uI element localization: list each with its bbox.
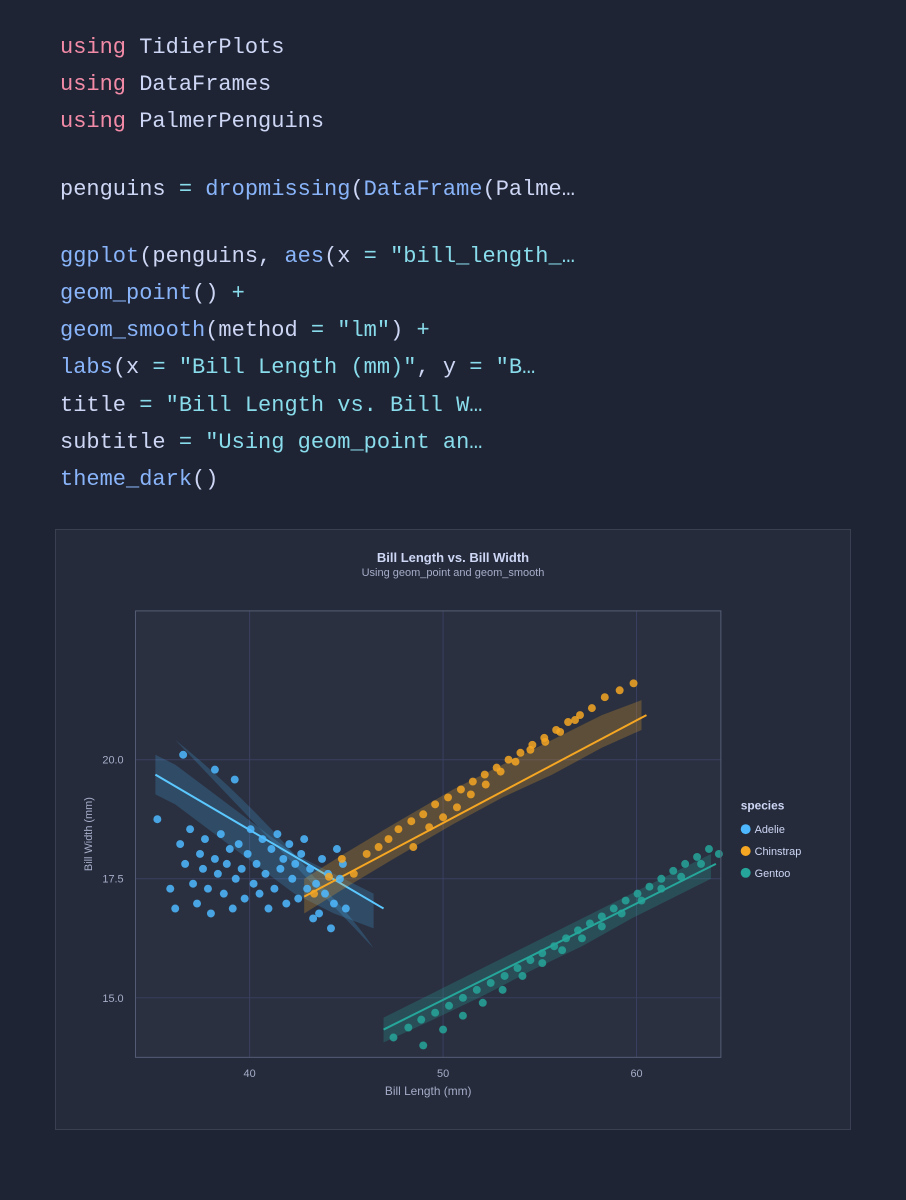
code-line-1: using TidierPlots <box>60 30 846 65</box>
chart-inner: 20.0 17.5 15.0 40 50 60 Bill Width (mm) … <box>76 589 830 1109</box>
keyword-using-2: using <box>60 72 126 97</box>
svg-text:20.0: 20.0 <box>102 755 123 767</box>
code-aes-fn: aes <box>284 244 324 269</box>
code-dataframe: DataFrame <box>364 177 483 202</box>
code-line-2: using DataFrames <box>60 67 846 102</box>
chart-section: Bill Length vs. Bill Width Using geom_po… <box>0 519 906 1160</box>
svg-text:Adelie: Adelie <box>755 824 785 836</box>
chart-title: Bill Length vs. Bill Width <box>76 550 830 565</box>
keyword-using-3: using <box>60 109 126 134</box>
code-line-labs: labs(x = "Bill Length (mm)", y = "B… <box>60 350 846 385</box>
code-labs-fn: labs <box>60 355 113 380</box>
code-line-title: title = "Bill Length vs. Bill W… <box>60 388 846 423</box>
code-themedark-fn: theme_dark <box>60 467 192 492</box>
svg-text:Bill Width (mm): Bill Width (mm) <box>83 797 95 871</box>
code-line-ggplot: ggplot(penguins, aes(x = "bill_length_… <box>60 239 846 274</box>
code-line-3: using PalmerPenguins <box>60 104 846 139</box>
chart-svg: 20.0 17.5 15.0 40 50 60 Bill Width (mm) … <box>76 589 830 1109</box>
svg-text:Bill Length (mm): Bill Length (mm) <box>385 1084 472 1098</box>
chart-container: Bill Length vs. Bill Width Using geom_po… <box>55 529 851 1130</box>
code-penguins-var: penguins <box>60 177 179 202</box>
module-palmerpenguins: PalmerPenguins <box>126 109 324 134</box>
code-line-geompoint: geom_point() + <box>60 276 846 311</box>
module-tidierplots: TidierPlots <box>126 35 284 60</box>
svg-text:60: 60 <box>630 1068 642 1080</box>
code-eq: = <box>179 177 192 202</box>
code-line-themedark: theme_dark() <box>60 462 846 497</box>
svg-text:Gentoo: Gentoo <box>755 868 791 880</box>
code-geompoint-fn: geom_point <box>60 281 192 306</box>
module-dataframes: DataFrames <box>126 72 271 97</box>
svg-text:15.0: 15.0 <box>102 993 123 1005</box>
svg-text:Chinstrap: Chinstrap <box>755 846 802 858</box>
svg-text:50: 50 <box>437 1068 449 1080</box>
code-line-geomsmooth: geom_smooth(method = "lm") + <box>60 313 846 348</box>
code-dropmissing: dropmissing <box>192 177 350 202</box>
svg-text:40: 40 <box>244 1068 256 1080</box>
code-line-empty-1 <box>60 142 846 170</box>
code-section: using TidierPlots using DataFrames using… <box>0 0 906 519</box>
code-ggplot-fn: ggplot <box>60 244 139 269</box>
keyword-using-1: using <box>60 35 126 60</box>
chart-subtitle: Using geom_point and geom_smooth <box>76 567 830 579</box>
code-geomsmooth-fn: geom_smooth <box>60 318 205 343</box>
code-line-empty-2 <box>60 209 846 237</box>
svg-text:species: species <box>741 798 785 812</box>
code-line-penguins: penguins = dropmissing(DataFrame(Palme… <box>60 172 846 207</box>
code-line-subtitle: subtitle = "Using geom_point an… <box>60 425 846 460</box>
svg-text:17.5: 17.5 <box>102 874 123 886</box>
